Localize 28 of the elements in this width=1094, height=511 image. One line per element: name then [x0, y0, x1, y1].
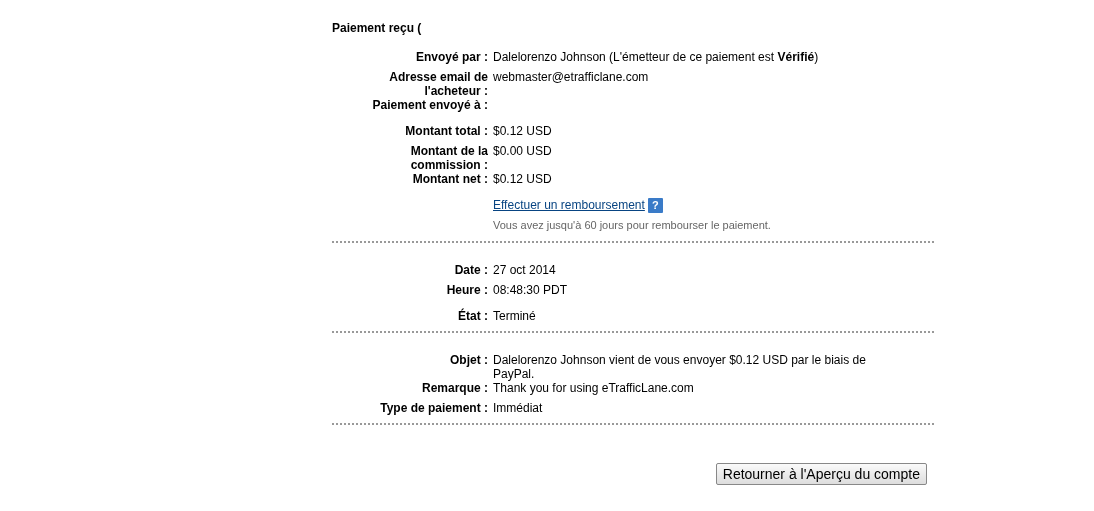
- field-value: 08:48:30 PDT: [493, 283, 569, 300]
- field-label: Type de paiement :: [379, 401, 489, 418]
- field-label: Remarque :: [420, 381, 489, 398]
- field-label: Date :: [453, 263, 489, 280]
- refund-link[interactable]: Effectuer un remboursement: [493, 198, 645, 212]
- page-title: Paiement reçu (: [332, 21, 422, 35]
- field-label: État :: [457, 309, 489, 326]
- field-value: Thank you for using eTrafficLane.com: [493, 381, 695, 398]
- field-value: $0.00 USD: [493, 144, 553, 160]
- field-label: Montant total :: [404, 124, 489, 140]
- field-value: $0.12 USD: [493, 124, 553, 140]
- field-value: Terminé: [493, 309, 537, 326]
- field-label: Envoyé par :: [414, 50, 489, 66]
- field-label: Paiement envoyé à :: [371, 98, 489, 114]
- back-button[interactable]: Retourner à l'Aperçu du compte: [715, 463, 927, 486]
- field-value: webmaster@etrafficlane.com: [493, 70, 650, 86]
- field-value: $0.12 USD: [493, 172, 553, 188]
- help-icon[interactable]: ?: [647, 198, 663, 214]
- field-label: Heure :: [445, 283, 489, 300]
- field-value: Dalelorenzo Johnson (L'émetteur de ce paiement est Vérifié): [493, 50, 820, 66]
- field-label: Adresse email de l'acheteur :: [388, 70, 489, 98]
- refund-note: Vous avez jusqu'à 60 jours pour rembourser le paiement.: [493, 219, 772, 232]
- field-label: Montant net :: [411, 172, 489, 188]
- field-value: Immédiat: [493, 401, 544, 418]
- field-label: Objet :: [449, 353, 489, 370]
- field-value: Dalelorenzo Johnson vient de vous envoyer $0.12 USD par le biais de PayPal.: [493, 353, 867, 382]
- field-value: 27 oct 2014: [493, 263, 557, 280]
- field-label: Montant de la commission :: [409, 144, 489, 172]
